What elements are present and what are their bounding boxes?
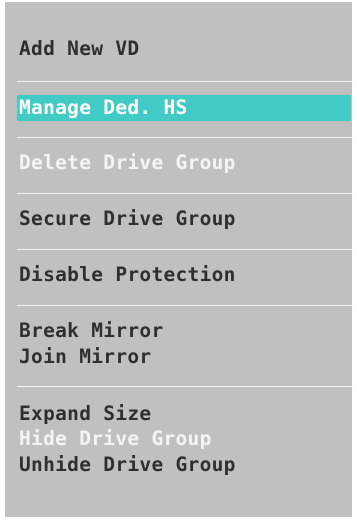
menu-item-manage-ded-hs[interactable]: Manage Ded. HS	[17, 95, 351, 121]
menu-separator	[17, 137, 353, 138]
menu-item-join-mirror[interactable]: Join Mirror	[19, 344, 151, 370]
menu-item-break-mirror[interactable]: Break Mirror	[19, 318, 163, 344]
menu-item-delete-drive-group: Delete Drive Group	[19, 151, 236, 174]
menu-item-hide-drive-group: Hide Drive Group	[19, 427, 212, 450]
menu-separator	[17, 249, 353, 250]
menu-separator	[17, 193, 353, 194]
menu-separator	[17, 305, 353, 306]
menu-item-expand-size[interactable]: Expand Size	[19, 401, 151, 427]
menu-separator	[17, 386, 353, 387]
menu-separator	[17, 81, 353, 82]
menu-item-unhide-drive-group[interactable]: Unhide Drive Group	[19, 452, 236, 478]
context-menu: Add New VD Manage Ded. HS Delete Drive G…	[3, 0, 354, 519]
menu-item-secure-drive-group[interactable]: Secure Drive Group	[19, 206, 236, 232]
menu-item-disable-protection[interactable]: Disable Protection	[19, 262, 236, 288]
menu-item-add-new-vd[interactable]: Add New VD	[19, 36, 139, 62]
